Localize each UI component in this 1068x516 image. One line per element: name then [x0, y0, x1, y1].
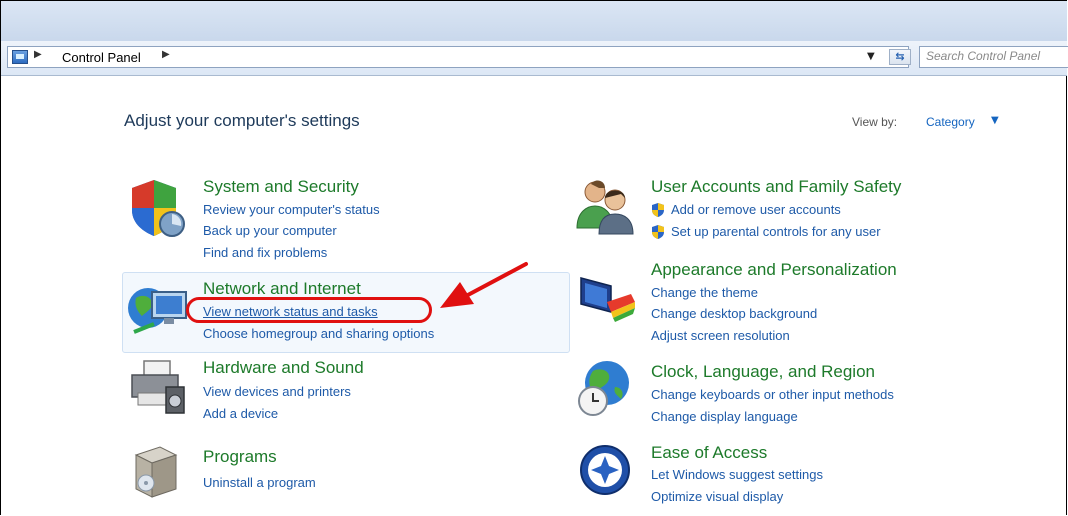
link-windows-suggest-settings[interactable]: Let Windows suggest settings: [651, 467, 823, 482]
link-view-devices-printers[interactable]: View devices and printers: [203, 384, 351, 399]
address-field[interactable]: ▶ Control Panel ▶ ▼ ⇆: [7, 46, 911, 68]
control-panel-icon: [12, 50, 28, 64]
title-bar: [1, 1, 1067, 41]
search-input[interactable]: Search Control Panel: [919, 46, 1068, 68]
link-change-display-language[interactable]: Change display language: [651, 409, 798, 424]
window-frame: [0, 0, 1067, 515]
programs-box-icon[interactable]: [130, 441, 182, 501]
link-back-up[interactable]: Back up your computer: [203, 223, 337, 238]
view-by-chevron-down-icon[interactable]: ▼: [991, 115, 999, 126]
category-title-appearance[interactable]: Appearance and Personalization: [651, 260, 897, 280]
link-change-desktop-background[interactable]: Change desktop background: [651, 306, 817, 321]
display-palette-icon[interactable]: [577, 272, 637, 328]
link-adjust-resolution[interactable]: Adjust screen resolution: [651, 328, 790, 343]
category-title-user-accounts[interactable]: User Accounts and Family Safety: [651, 177, 901, 197]
breadcrumb-separator-icon[interactable]: ▶: [34, 49, 42, 60]
link-optimize-visual-display[interactable]: Optimize visual display: [651, 489, 783, 504]
annotation-arrow-icon: [440, 262, 528, 308]
link-uninstall-program[interactable]: Uninstall a program: [203, 475, 316, 490]
uac-shield-icon: [652, 225, 664, 239]
category-title-system-security[interactable]: System and Security: [203, 177, 359, 197]
refresh-button[interactable]: ⇆: [889, 49, 911, 65]
address-dropdown-icon[interactable]: ▼: [867, 51, 875, 62]
view-by-dropdown[interactable]: Category: [926, 115, 975, 129]
category-title-ease-of-access[interactable]: Ease of Access: [651, 443, 767, 463]
link-review-status[interactable]: Review your computer's status: [203, 202, 380, 217]
category-title-clock-language[interactable]: Clock, Language, and Region: [651, 362, 875, 382]
link-parental-controls[interactable]: Set up parental controls for any user: [671, 224, 881, 239]
link-change-keyboards[interactable]: Change keyboards or other input methods: [651, 387, 894, 402]
link-find-fix-problems[interactable]: Find and fix problems: [203, 245, 327, 260]
printer-speaker-icon[interactable]: [126, 357, 188, 417]
link-add-remove-accounts[interactable]: Add or remove user accounts: [671, 202, 841, 217]
breadcrumb-separator-icon[interactable]: ▶: [162, 49, 170, 60]
breadcrumb-control-panel[interactable]: Control Panel: [62, 50, 141, 65]
link-add-device[interactable]: Add a device: [203, 406, 278, 421]
users-icon[interactable]: [573, 176, 637, 238]
category-title-network-internet[interactable]: Network and Internet: [203, 279, 361, 299]
security-shield-icon[interactable]: [126, 176, 186, 240]
link-homegroup-sharing[interactable]: Choose homegroup and sharing options: [203, 326, 434, 341]
address-bar: ▶ Control Panel ▶ ▼ ⇆ Search Control Pan…: [1, 41, 1068, 76]
globe-clock-icon[interactable]: [575, 357, 637, 419]
ease-of-access-icon[interactable]: [577, 444, 635, 496]
category-title-hardware-sound[interactable]: Hardware and Sound: [203, 358, 364, 378]
page-title: Adjust your computer's settings: [124, 111, 360, 130]
annotation-highlight-ellipse: [186, 297, 432, 323]
link-change-theme[interactable]: Change the theme: [651, 285, 758, 300]
network-globe-icon[interactable]: [126, 282, 190, 338]
view-by-label: View by:: [852, 115, 898, 129]
category-title-programs[interactable]: Programs: [203, 447, 277, 467]
uac-shield-icon: [652, 203, 664, 217]
